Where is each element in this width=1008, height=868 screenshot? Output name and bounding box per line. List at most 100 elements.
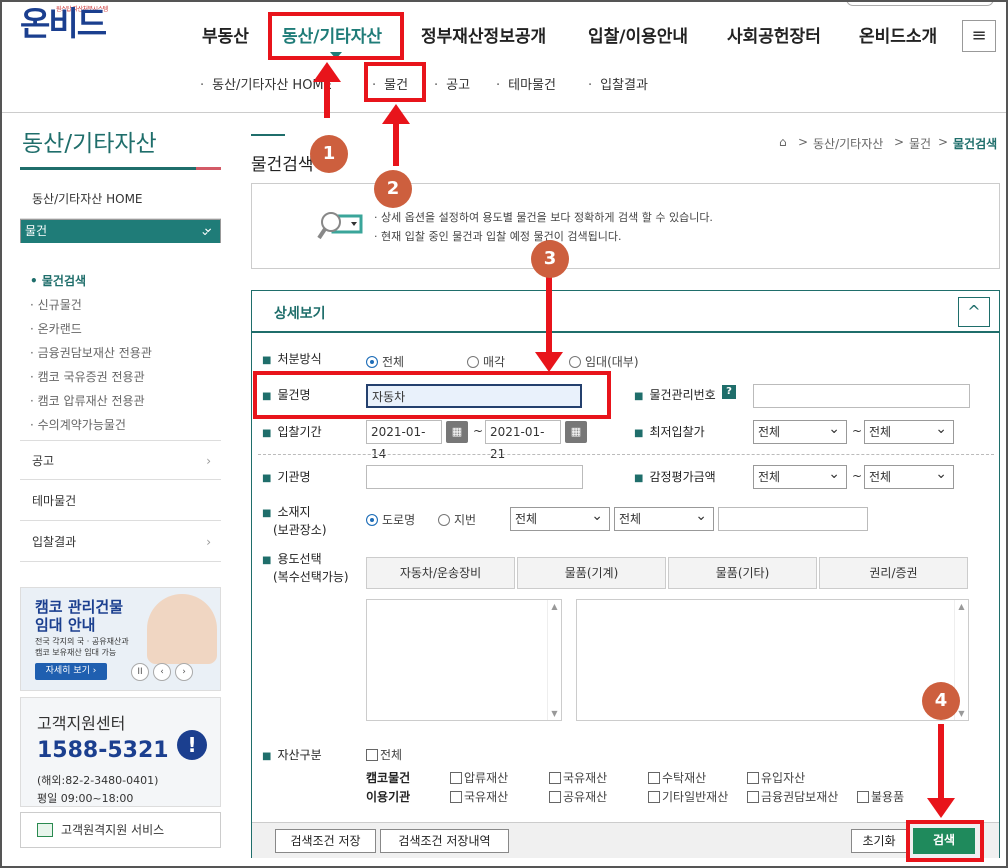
radio-lot-address[interactable]: 지번 xyxy=(438,511,476,528)
location-sido-select[interactable]: 전체 xyxy=(510,505,610,531)
scroll-up-icon[interactable]: ▲ xyxy=(548,602,561,611)
hamburger-menu-icon[interactable]: ≡ xyxy=(962,20,996,52)
date-tilde: ~ xyxy=(473,424,484,438)
lnb-item-notices[interactable]: 공고 › xyxy=(20,440,221,480)
lnb-item-theme[interactable]: 테마물건 xyxy=(20,481,221,521)
checkbox-seized[interactable]: 압류재산 xyxy=(450,769,508,786)
lnb-sub-item-seized[interactable]: · 캠코 압류재산 전용관 xyxy=(30,392,145,409)
onbid-logo[interactable]: 온비드 xyxy=(20,4,107,44)
info-text-2: · 현재 입찰 중인 물건과 입찰 예정 물건이 검색됩니다. xyxy=(374,230,622,243)
min-bid-label: ■ 최저입찰가 xyxy=(634,425,705,439)
magnifier-icon xyxy=(317,212,363,240)
cs-overseas: (해외:82-2-3480-0401) xyxy=(37,774,159,787)
lnb-title-underline xyxy=(20,167,196,170)
checkbox-org-unused[interactable]: 불용품 xyxy=(857,788,904,805)
checkbox-asset-all[interactable]: 전체 xyxy=(366,746,402,763)
prev-icon[interactable]: ‹ xyxy=(153,663,171,681)
date-to-input[interactable]: 2021-01-21 xyxy=(485,420,561,461)
header-divider xyxy=(0,112,1008,113)
location-detail-input[interactable] xyxy=(718,507,868,531)
location-sublabel: (보관장소) xyxy=(273,523,327,537)
tab-vehicle[interactable]: 자동차/운송장비 xyxy=(366,557,515,589)
lnb-item-results[interactable]: 입찰결과 › xyxy=(20,522,221,562)
tab-rights-securities[interactable]: 권리/증권 xyxy=(819,557,968,589)
arrow-shaft-4 xyxy=(938,724,944,800)
min-bid-to-select[interactable]: 전체 xyxy=(864,418,954,444)
tab-goods-other[interactable]: 물품(기타) xyxy=(668,557,817,589)
lnb-item-home[interactable]: 동산/기타자산 HOME xyxy=(20,179,221,219)
checkbox-inflow[interactable]: 유입자산 xyxy=(747,769,805,786)
radio-road-address[interactable]: 도로명 xyxy=(366,511,415,528)
scroll-down-icon[interactable]: ▼ xyxy=(548,709,561,718)
lease-banner[interactable]: 캠코 관리건물 임대 안내 전국 각지의 국 · 공유재산과 캠코 보유재산 임대 … xyxy=(20,587,221,691)
location-label: ■ 소재지 xyxy=(262,505,311,519)
gnb-bid-guide[interactable]: 입찰/이용안내 xyxy=(588,22,688,47)
disposal-label: ■ 처분방식 xyxy=(262,352,322,366)
date-from-input[interactable]: 2021-01-14 xyxy=(366,420,442,461)
scrollbar[interactable]: ▲ ▼ xyxy=(547,600,561,720)
subnav-notices[interactable]: · 공고 xyxy=(434,74,470,93)
arrow-shaft-2 xyxy=(393,122,399,166)
appraisal-to-select[interactable]: 전체 xyxy=(864,463,954,489)
breadcrumb-movable[interactable]: 동산/기타자산 xyxy=(813,135,883,152)
lnb-sub-item-private-contract[interactable]: · 수의계약가능물건 xyxy=(30,416,126,433)
usage-category-list[interactable]: ▲ ▼ xyxy=(366,599,562,721)
cs-title: 고객지원센터 xyxy=(37,714,126,733)
calendar-icon[interactable]: ▦ xyxy=(446,421,468,443)
org-use-label: 이용기관 xyxy=(366,790,411,804)
saved-search-button[interactable]: 검색조건 저장내역 xyxy=(380,829,509,853)
appraisal-from-select[interactable]: 전체 xyxy=(753,463,847,489)
org-input[interactable] xyxy=(366,465,583,489)
remote-support-link[interactable]: 고객원격지원 서비스 xyxy=(20,812,221,848)
lnb-sub-item-new[interactable]: · 신규물건 xyxy=(30,296,82,313)
arrow-down-4-icon xyxy=(927,798,955,818)
checkbox-trust[interactable]: 수탁재산 xyxy=(648,769,706,786)
arrow-shaft-1 xyxy=(324,80,330,118)
breadcrumb-items[interactable]: 물건 xyxy=(909,135,931,152)
lnb-sub-item-securities[interactable]: · 캠코 국유증권 전용관 xyxy=(30,368,145,385)
location-sigungu-select[interactable]: 전체 xyxy=(614,505,714,531)
gnb-gov-property-info[interactable]: 정부재산정보공개 xyxy=(421,22,546,47)
mgmt-no-input[interactable] xyxy=(753,384,970,408)
radio-disposal-all[interactable]: 전체 xyxy=(366,353,404,370)
usage-subcategory-list[interactable]: ▲ ▼ xyxy=(576,599,969,721)
radio-disposal-sale[interactable]: 매각 xyxy=(467,353,505,370)
checkbox-org-national[interactable]: 국유재산 xyxy=(450,788,508,805)
pause-icon[interactable]: II xyxy=(131,663,149,681)
save-search-button[interactable]: 검색조건 저장 xyxy=(275,829,376,853)
checkbox-org-financial[interactable]: 금융권담보재산 xyxy=(747,788,838,805)
lnb-sub-item-search[interactable]: • 물건검색 xyxy=(30,272,86,289)
top-utility-button[interactable] xyxy=(846,0,994,6)
reset-button[interactable]: 초기화 xyxy=(851,829,907,853)
checkbox-org-public[interactable]: 공유재산 xyxy=(549,788,607,805)
calendar-icon[interactable]: ▦ xyxy=(565,421,587,443)
subnav-bid-results[interactable]: · 입찰결과 xyxy=(588,74,648,93)
gnb-real-estate[interactable]: 부동산 xyxy=(202,22,249,47)
panel-title: 상세보기 xyxy=(274,306,326,322)
chevron-down-icon: ⌄ xyxy=(199,224,210,238)
annotation-box-2 xyxy=(364,62,426,102)
subnav-theme-items[interactable]: · 테마물건 xyxy=(496,74,556,93)
gnb-social-market[interactable]: 사회공헌장터 xyxy=(727,22,821,47)
checkbox-national[interactable]: 국유재산 xyxy=(549,769,607,786)
radio-disposal-lease[interactable]: 임대(대부) xyxy=(569,353,639,370)
home-icon[interactable]: ⌂ xyxy=(779,135,787,149)
step-badge-3: 3 xyxy=(531,240,569,278)
checkbox-org-other[interactable]: 기타일반재산 xyxy=(648,788,728,805)
collapse-chevron-up-icon[interactable]: ^ xyxy=(958,297,990,327)
scroll-up-icon[interactable]: ▲ xyxy=(955,602,968,611)
annotation-box-3 xyxy=(253,371,611,419)
form-divider xyxy=(258,454,994,455)
lnb-sub-item-oncarland[interactable]: · 온카랜드 xyxy=(30,320,82,337)
step-badge-1: 1 xyxy=(310,135,348,173)
help-icon[interactable]: ? xyxy=(722,385,736,399)
tab-goods-machine[interactable]: 물품(기계) xyxy=(517,557,666,589)
page-title: 물건검색 xyxy=(251,155,314,175)
lnb-item-items[interactable]: 물건 ⌄ xyxy=(20,217,221,243)
next-icon[interactable]: › xyxy=(175,663,193,681)
min-bid-from-select[interactable]: 전체 xyxy=(753,418,847,444)
gnb-about-onbid[interactable]: 온비드소개 xyxy=(859,22,937,47)
banner-detail-button[interactable]: 자세히 보기 › xyxy=(35,663,107,680)
chevron-right-icon: › xyxy=(206,454,211,468)
lnb-sub-item-financial[interactable]: · 금융권담보재산 전용관 xyxy=(30,344,152,361)
